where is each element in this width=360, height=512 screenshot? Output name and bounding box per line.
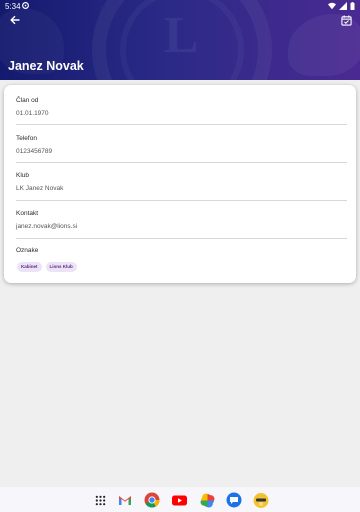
profile-header: L 5:34 Janez Novak [0, 0, 360, 80]
tag-list: Kabinet Lions Klub [17, 262, 77, 272]
field-value[interactable]: janez.novak@lions.si [16, 223, 77, 230]
settings-icon [22, 2, 29, 9]
divider [16, 124, 347, 125]
arrow-back-icon [10, 15, 20, 25]
chrome-app[interactable] [144, 492, 160, 508]
signal-icon [339, 2, 347, 10]
tag-chip[interactable]: Lions Klub [45, 262, 77, 272]
page-title: Janez Novak [8, 59, 84, 73]
youtube-app[interactable] [171, 492, 187, 508]
field-label: Kontakt [16, 210, 39, 217]
field-label: Oznake [16, 247, 39, 254]
battery-icon [350, 2, 355, 10]
youtube-icon [171, 495, 187, 505]
field-label: Telefon [16, 135, 37, 142]
app-dock [0, 487, 360, 512]
divider [16, 200, 347, 201]
field-value[interactable]: 0123456789 [16, 148, 52, 155]
avatar-app[interactable] [253, 492, 269, 508]
app-drawer-button[interactable] [92, 492, 108, 508]
field-label: Član od [16, 97, 39, 104]
back-button[interactable] [6, 12, 24, 28]
tag-chip[interactable]: Kabinet [17, 262, 42, 272]
field-value[interactable]: LK Janez Novak [16, 185, 63, 192]
photos-icon [200, 493, 214, 507]
status-time: 5:34 [5, 2, 21, 11]
divider [16, 162, 347, 163]
messages-icon [226, 492, 242, 508]
messages-app[interactable] [226, 492, 242, 508]
chrome-icon [144, 492, 160, 508]
wifi-icon [328, 2, 336, 10]
calendar-button[interactable] [338, 12, 354, 28]
gmail-icon [119, 495, 131, 505]
field-value: 01.01.1970 [16, 110, 49, 117]
app-drawer-icon [95, 495, 105, 505]
photos-app[interactable] [199, 492, 215, 508]
calendar-check-icon [340, 14, 352, 26]
field-label: Klub [16, 172, 30, 179]
divider [16, 238, 347, 239]
avatar-app-icon [253, 492, 269, 508]
status-bar: 5:34 [0, 0, 360, 14]
profile-card: Član od 01.01.1970 Telefon 0123456789 Kl… [4, 85, 356, 283]
gmail-app[interactable] [117, 492, 133, 508]
header-emblem-letter: L [164, 7, 199, 64]
